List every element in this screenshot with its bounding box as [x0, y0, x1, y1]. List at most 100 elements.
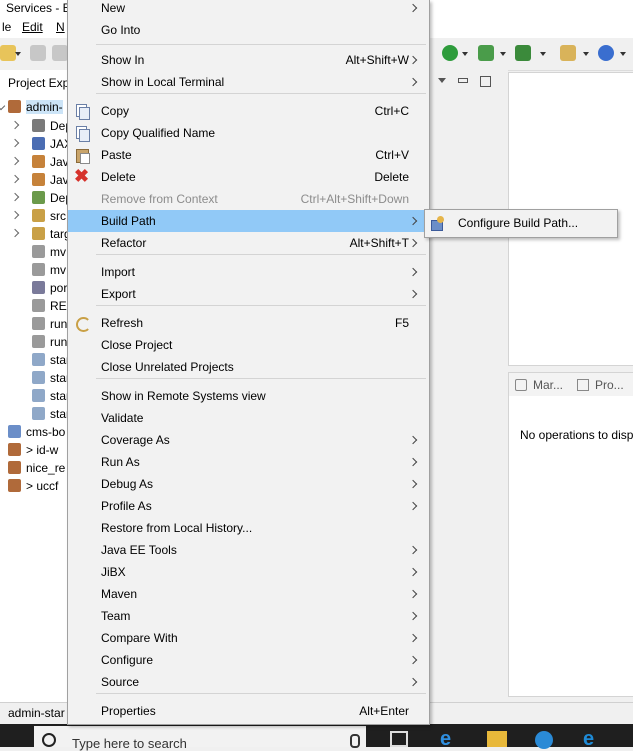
menu-item-validate[interactable]: Validate: [68, 407, 429, 429]
tree-item[interactable]: > id-w: [0, 441, 70, 459]
menu-item-import[interactable]: Import: [68, 261, 429, 283]
menu-item-label: Close Unrelated Projects: [101, 360, 234, 374]
menu-item-shortcut: Alt+Shift+W: [345, 53, 409, 67]
menu-item-copy[interactable]: Copy Ctrl+C: [68, 100, 429, 122]
minimize-icon[interactable]: [458, 78, 468, 83]
menu-item-profile-as[interactable]: Profile As: [68, 495, 429, 517]
microphone-icon[interactable]: [350, 734, 360, 748]
tree-item-icon: [32, 299, 45, 312]
configure-build-path-label: Configure Build Path...: [458, 216, 579, 230]
tree-item[interactable]: Jav: [0, 171, 70, 189]
tree-item-icon: [32, 191, 45, 204]
tree-item[interactable]: cms-bo: [0, 423, 70, 441]
menu-item-team[interactable]: Team: [68, 605, 429, 627]
tree-item[interactable]: targ: [0, 225, 70, 243]
task-view-icon[interactable]: [390, 731, 408, 747]
file-explorer-icon[interactable]: [487, 731, 507, 747]
menu-item-close-project[interactable]: Close Project: [68, 334, 429, 356]
tree-item-icon: [8, 479, 21, 492]
tree-item[interactable]: star: [0, 405, 70, 423]
menu-item-go-into[interactable]: Go Into: [68, 19, 429, 41]
chevron-icon[interactable]: [10, 156, 20, 166]
menu-item-build-path[interactable]: Build Path: [68, 210, 429, 232]
menu-item-export[interactable]: Export: [68, 283, 429, 305]
chevron-icon[interactable]: [10, 174, 20, 184]
paste-icon: [74, 147, 90, 164]
view-menu-icon[interactable]: [438, 78, 446, 83]
menu-separator: [96, 378, 426, 379]
menu-navigate[interactable]: N: [56, 20, 65, 34]
menu-item-label: Maven: [101, 587, 138, 601]
chevron-icon[interactable]: [10, 120, 20, 130]
menu-item-java-ee-tools[interactable]: Java EE Tools: [68, 539, 429, 561]
menu-item-refresh[interactable]: Refresh F5: [68, 312, 429, 334]
tree-item[interactable]: REA: [0, 297, 70, 315]
search-icon: [42, 733, 56, 747]
menu-item-refactor[interactable]: Refactor Alt+Shift+T: [68, 232, 429, 254]
run-external-icon[interactable]: [478, 45, 494, 61]
tree-item[interactable]: nice_re: [0, 459, 70, 477]
tree-item[interactable]: star: [0, 387, 70, 405]
tree-item[interactable]: Jav: [0, 153, 70, 171]
debug-server-icon[interactable]: [515, 45, 531, 61]
tree-item[interactable]: star: [0, 351, 70, 369]
menu-item-run-as[interactable]: Run As: [68, 451, 429, 473]
run-icon[interactable]: [442, 45, 458, 61]
chevron-icon[interactable]: [0, 101, 6, 111]
menu-item-coverage-as[interactable]: Coverage As: [68, 429, 429, 451]
menu-item-show-in-local-terminal[interactable]: Show in Local Terminal: [68, 71, 429, 93]
menu-edit[interactable]: Edit: [22, 20, 43, 34]
menu-item-properties[interactable]: Properties Alt+Enter: [68, 700, 429, 722]
menu-item-configure[interactable]: Configure: [68, 649, 429, 671]
tree-item[interactable]: run: [0, 315, 70, 333]
chevron-icon[interactable]: [10, 210, 20, 220]
menu-item-debug-as[interactable]: Debug As: [68, 473, 429, 495]
tree-item[interactable]: star: [0, 369, 70, 387]
tree-item[interactable]: Dep: [0, 189, 70, 207]
tree-item[interactable]: Dep: [0, 117, 70, 135]
configure-build-path-item[interactable]: Configure Build Path...: [425, 210, 617, 237]
menu-item-delete[interactable]: ✖ Delete Delete: [68, 166, 429, 188]
open-type-icon[interactable]: [560, 45, 576, 61]
edge-icon[interactable]: e: [440, 729, 460, 749]
project-explorer-title[interactable]: Project Exp: [8, 76, 69, 90]
new-icon[interactable]: [0, 45, 16, 61]
menu-item-close-unrelated-projects[interactable]: Close Unrelated Projects: [68, 356, 429, 378]
save-icon[interactable]: [30, 45, 46, 61]
menu-file[interactable]: le: [2, 20, 11, 34]
tab-markers[interactable]: Mar...: [533, 378, 563, 392]
tree-item[interactable]: src: [0, 207, 70, 225]
tab-properties[interactable]: Pro...: [595, 378, 624, 392]
menu-item-paste[interactable]: Paste Ctrl+V: [68, 144, 429, 166]
tree-item-icon: [32, 245, 45, 258]
menu-item-jibx[interactable]: JiBX: [68, 561, 429, 583]
menu-item-maven[interactable]: Maven: [68, 583, 429, 605]
taskbar-search-input[interactable]: Type here to search: [34, 726, 366, 751]
menu-item-shortcut: Alt+Enter: [359, 704, 409, 718]
menu-item-new[interactable]: New: [68, 0, 429, 19]
web-services-icon[interactable]: [598, 45, 614, 61]
menu-item-source[interactable]: Source: [68, 671, 429, 693]
menu-item-compare-with[interactable]: Compare With: [68, 627, 429, 649]
save-all-icon[interactable]: [52, 45, 68, 61]
tree-item[interactable]: admin-: [0, 98, 70, 116]
menu-item-show-in-remote-systems-view[interactable]: Show in Remote Systems view: [68, 385, 429, 407]
menu-item-copy-qualified-name[interactable]: Copy Qualified Name: [68, 122, 429, 144]
internet-explorer-icon[interactable]: e: [583, 729, 603, 749]
menu-item-restore-from-local-history[interactable]: Restore from Local History...: [68, 517, 429, 539]
maximize-icon[interactable]: [480, 76, 491, 87]
tree-item-label: run: [50, 317, 68, 331]
chevron-icon[interactable]: [10, 192, 20, 202]
tree-item[interactable]: por: [0, 279, 70, 297]
chevron-icon[interactable]: [10, 138, 20, 148]
tree-item[interactable]: JAX: [0, 135, 70, 153]
tree-item[interactable]: > uccf: [0, 477, 70, 495]
tree-item[interactable]: run: [0, 333, 70, 351]
tree-item[interactable]: mv: [0, 261, 70, 279]
menu-item-show-in[interactable]: Show In Alt+Shift+W: [68, 49, 429, 71]
tree-item[interactable]: mv: [0, 243, 70, 261]
menu-item-label: Compare With: [101, 631, 178, 645]
build-path-submenu: Configure Build Path...: [424, 209, 618, 238]
store-icon[interactable]: [535, 731, 553, 749]
chevron-icon[interactable]: [10, 228, 20, 238]
